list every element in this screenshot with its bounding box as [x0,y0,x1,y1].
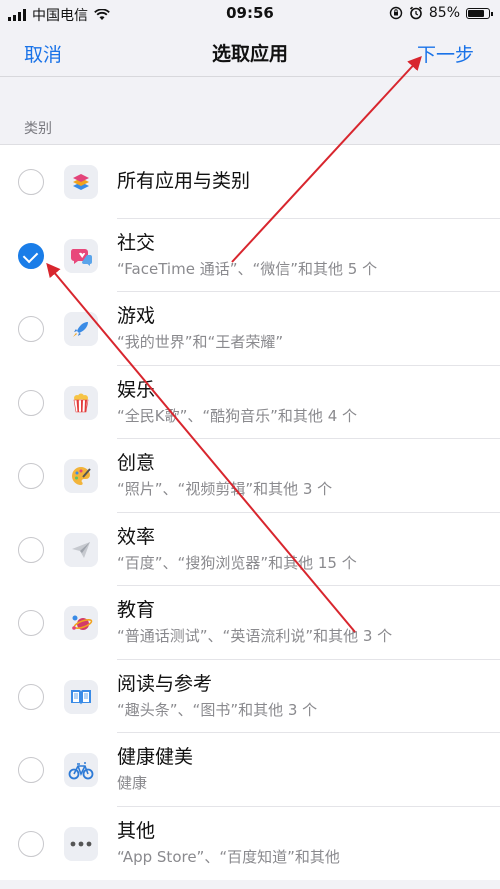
row-texts: 健康健美 健康 [117,745,490,793]
category-row[interactable]: 娱乐 “全民K歌”、“酷狗音乐”和其他 4 个 [0,366,500,439]
row-texts: 游戏 “我的世界”和“王者荣耀” [117,304,490,352]
row-texts: 社交 “FaceTime 通话”、“微信”和其他 5 个 [117,231,490,279]
category-subtitle: “照片”、“视频剪辑”和其他 3 个 [117,480,333,498]
checkbox-checked[interactable] [18,242,44,269]
stack-icon [64,165,98,199]
category-list: 所有应用与类别 社交 “FaceTime 通话”、“微信”和其他 5 个 游戏 … [0,144,500,880]
category-title: 阅读与参考 [117,672,213,695]
category-title: 所有应用与类别 [117,170,251,192]
planet-icon [64,606,98,640]
palette-icon [64,459,98,493]
checkbox[interactable] [18,683,44,710]
row-texts: 娱乐 “全民K歌”、“酷狗音乐”和其他 4 个 [117,378,490,426]
next-step-button[interactable]: 下一步 [417,40,474,67]
book-icon [64,679,98,714]
category-title: 社交 [117,231,156,254]
checkbox[interactable] [18,757,44,783]
checkbox[interactable] [18,169,44,195]
status-right: 85% [389,5,493,21]
category-subtitle: “普通话测试”、“英语流利说”和其他 3 个 [117,627,393,645]
category-subtitle: “FaceTime 通话”、“微信”和其他 5 个 [117,259,378,278]
category-row[interactable]: 教育 “普通话测试”、“英语流利说”和其他 3 个 [0,586,500,660]
alarm-icon [409,6,422,20]
category-row[interactable]: 其他 “App Store”、“百度知道”和其他 [0,807,500,881]
category-title: 效率 [117,525,156,548]
category-row[interactable]: 健康健美 健康 [0,733,500,807]
row-texts: 创意 “照片”、“视频剪辑”和其他 3 个 [117,451,490,499]
popcorn-icon [64,385,98,420]
checkbox[interactable] [18,830,44,857]
battery-percent: 85% [428,5,460,21]
category-title: 游戏 [117,305,156,327]
paper-plane-icon [64,532,98,567]
category-subtitle: “百度”、“搜狗浏览器”和其他 15 个 [117,553,357,572]
checkbox[interactable] [18,610,44,636]
ellipsis-icon [64,826,98,861]
row-texts: 所有应用与类别 [117,169,490,193]
category-row[interactable]: 阅读与参考 “趣头条”、“图书”和其他 3 个 [0,660,500,733]
category-subtitle: “全民K歌”、“酷狗音乐”和其他 4 个 [117,406,358,425]
nav-divider [0,76,500,77]
category-row[interactable]: 创意 “照片”、“视频剪辑”和其他 3 个 [0,439,500,513]
category-row[interactable]: 所有应用与类别 [0,145,500,219]
category-title: 其他 [117,819,156,842]
row-texts: 阅读与参考 “趣头条”、“图书”和其他 3 个 [117,672,490,720]
category-title: 娱乐 [117,378,156,401]
chat-bubble-icon [64,238,98,273]
category-row[interactable]: 效率 “百度”、“搜狗浏览器”和其他 15 个 [0,513,500,586]
bicycle-icon [64,753,98,787]
navigation-bar: 取消 选取应用 下一步 [0,28,500,76]
rocket-icon [64,312,98,346]
category-subtitle: “趣头条”、“图书”和其他 3 个 [117,700,318,719]
category-subtitle: “App Store”、“百度知道”和其他 [117,847,340,866]
row-texts: 效率 “百度”、“搜狗浏览器”和其他 15 个 [117,525,490,573]
section-header: 类别 [24,121,52,137]
battery-icon [466,7,493,19]
category-title: 健康健美 [117,746,194,768]
row-texts: 其他 “App Store”、“百度知道”和其他 [117,819,490,867]
checkbox[interactable] [18,316,44,342]
status-bar: 中国电信 09:56 85% [0,0,500,28]
category-row[interactable]: 社交 “FaceTime 通话”、“微信”和其他 5 个 [0,219,500,292]
orientation-lock-icon [389,6,403,20]
category-subtitle: 健康 [117,774,148,792]
category-title: 教育 [117,599,156,621]
category-row[interactable]: 游戏 “我的世界”和“王者荣耀” [0,292,500,366]
checkbox[interactable] [18,463,44,489]
category-subtitle: “我的世界”和“王者荣耀” [117,333,284,351]
checkbox[interactable] [18,389,44,416]
category-title: 创意 [117,452,156,474]
row-texts: 教育 “普通话测试”、“英语流利说”和其他 3 个 [117,598,490,646]
checkbox[interactable] [18,536,44,563]
